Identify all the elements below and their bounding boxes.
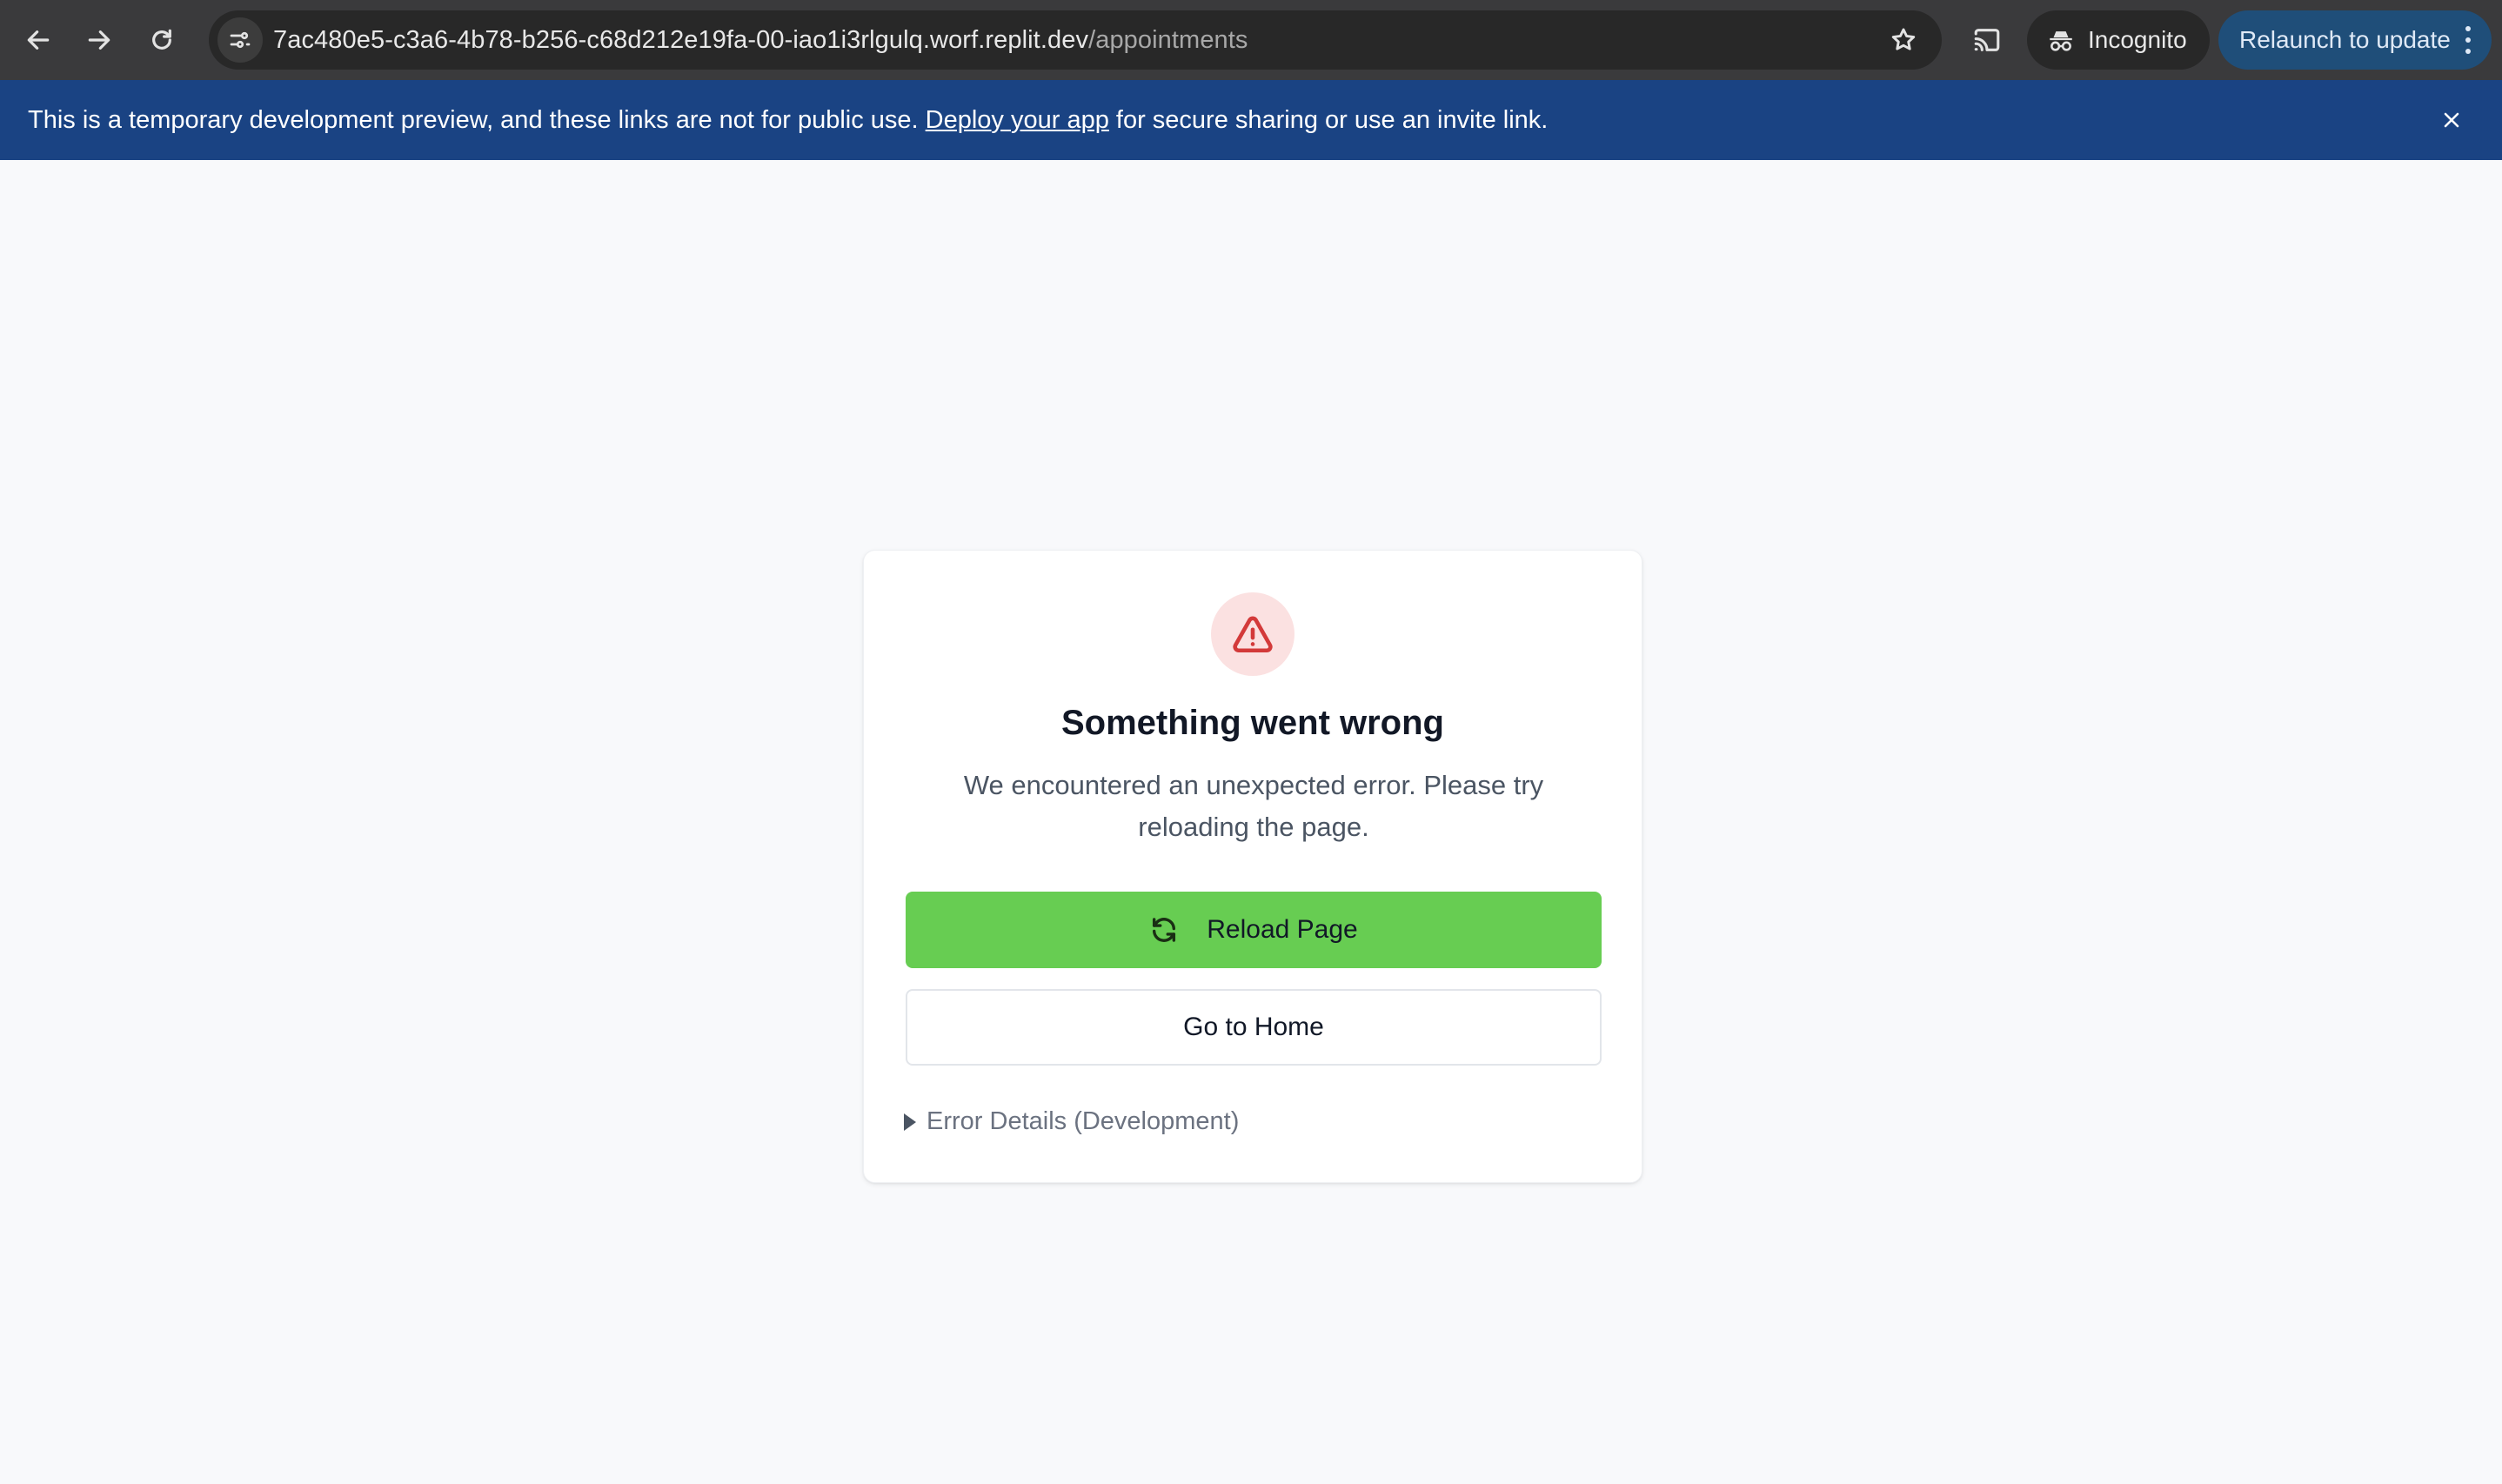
back-button[interactable]: [14, 16, 63, 64]
reload-browser-button[interactable]: [137, 16, 186, 64]
arrow-right-icon: [88, 30, 110, 50]
banner-text-before: This is a temporary development preview,…: [28, 105, 926, 134]
incognito-indicator[interactable]: Incognito: [2027, 10, 2210, 70]
error-card: Something went wrong We encountered an u…: [863, 550, 1642, 1183]
reload-page-button[interactable]: Reload Page: [906, 892, 1602, 968]
alert-badge: [1211, 592, 1294, 676]
url-path: /appointments: [1088, 26, 1248, 54]
tune-icon: [230, 31, 251, 49]
more-menu-icon[interactable]: [2464, 26, 2472, 54]
go-home-label: Go to Home: [1183, 1013, 1324, 1041]
browser-toolbar: 7ac480e5-c3a6-4b78-b256-c68d212e19fa-00-…: [0, 0, 2502, 80]
refresh-icon: [1153, 918, 1176, 942]
alert-triangle-icon: [1233, 616, 1273, 653]
cast-icon: [1974, 29, 2000, 51]
banner-close-button[interactable]: [2438, 106, 2465, 134]
url-host: 7ac480e5-c3a6-4b78-b256-c68d212e19fa-00-…: [273, 26, 1089, 54]
error-details-label: Error Details (Development): [927, 1107, 1240, 1135]
relaunch-button[interactable]: Relaunch to update: [2218, 10, 2492, 70]
banner-text: This is a temporary development preview,…: [28, 106, 1548, 135]
reload-page-label: Reload Page: [1207, 915, 1358, 944]
error-details-toggle[interactable]: Error Details (Development): [904, 1107, 1239, 1136]
arrow-left-icon: [27, 30, 50, 50]
cast-button[interactable]: [1963, 16, 2011, 64]
reload-icon: [152, 29, 171, 50]
forward-button[interactable]: [75, 16, 124, 64]
error-description: We encountered an unexpected error. Plea…: [963, 770, 1544, 842]
address-bar[interactable]: 7ac480e5-c3a6-4b78-b256-c68d212e19fa-00-…: [209, 10, 1942, 70]
site-info-button[interactable]: [217, 17, 263, 63]
star-icon: [1891, 28, 1916, 50]
error-title: Something went wrong: [1061, 704, 1444, 742]
go-home-button[interactable]: Go to Home: [906, 989, 1602, 1066]
deploy-app-link[interactable]: Deploy your app: [926, 106, 1109, 134]
incognito-label: Incognito: [2088, 26, 2187, 53]
relaunch-label: Relaunch to update: [2239, 26, 2451, 53]
caret-right-icon: [904, 1113, 916, 1131]
close-icon: [2444, 112, 2459, 128]
dev-preview-banner: This is a temporary development preview,…: [0, 80, 2502, 160]
banner-text-after: for secure sharing or use an invite link…: [1108, 105, 1549, 134]
bookmark-button[interactable]: [1883, 19, 1924, 61]
url-text[interactable]: 7ac480e5-c3a6-4b78-b256-c68d212e19fa-00-…: [273, 10, 1248, 70]
incognito-icon: [2050, 31, 2072, 51]
